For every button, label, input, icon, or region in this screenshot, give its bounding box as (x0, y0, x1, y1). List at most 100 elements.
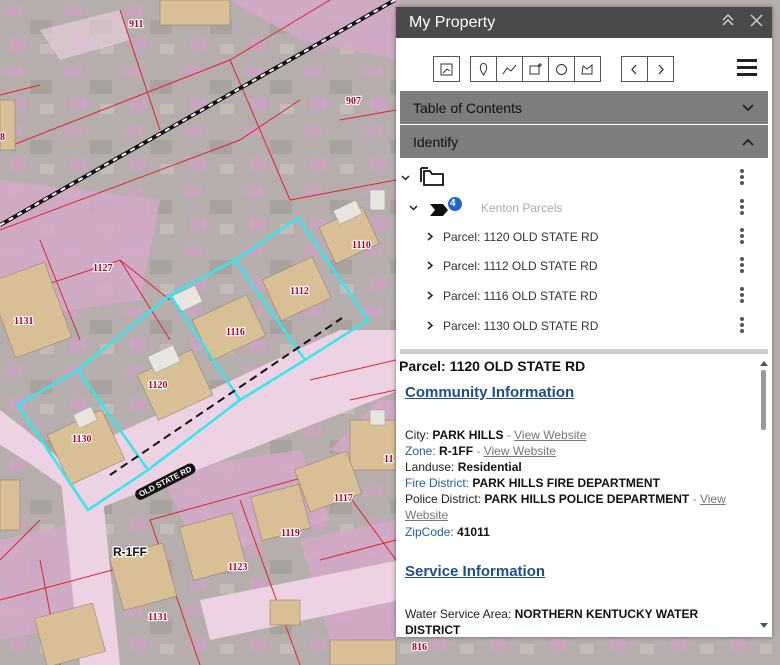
rectangle-icon[interactable] (522, 56, 549, 82)
parcel-label: 1116 (226, 327, 245, 338)
parcel-details: Parcel: 1120 OLD STATE RD Community Info… (396, 354, 772, 637)
zone-attribute: Zone: R-1FF - View Website (405, 444, 556, 458)
prev-icon[interactable] (621, 56, 648, 82)
layer-name: Kenton Parcels (481, 201, 563, 215)
parcel-label: 1117 (334, 493, 353, 504)
parcel-label: 8 (0, 132, 5, 143)
more-options-icon[interactable] (740, 228, 744, 246)
polygon-icon[interactable] (574, 56, 601, 82)
zipcode-attribute: ZipCode: 41011 (405, 524, 745, 540)
chevron-right-icon[interactable] (426, 289, 434, 303)
chevron-right-icon[interactable] (426, 259, 434, 273)
extent-icon[interactable] (433, 56, 460, 82)
community-information-title[interactable]: Community Information (405, 384, 574, 401)
table-of-contents-label: Table of Contents (413, 99, 522, 116)
police-district-label: Police District: (405, 492, 482, 506)
city-website-link[interactable]: View Website (514, 428, 586, 442)
my-property-panel: My Property Table of Contents Identify 4… (396, 7, 772, 637)
details-header: Parcel: 1120 OLD STATE RD (399, 358, 586, 374)
nav-group (621, 56, 674, 82)
police-district-attribute: Police District: PARK HILLS POLICE DEPAR… (405, 492, 726, 522)
landuse-value: Residential (457, 460, 522, 474)
layer-count-badge: 4 (450, 198, 456, 209)
parcel-label: 11 (384, 454, 393, 465)
landuse-label: Landuse: (405, 460, 455, 474)
more-options-icon[interactable] (740, 257, 744, 275)
layer-icon (429, 197, 465, 224)
zone-website-link[interactable]: View Website (484, 444, 556, 458)
parcel-label: 911 (129, 19, 143, 30)
more-options-icon[interactable] (740, 199, 744, 217)
service-information-title[interactable]: Service Information (405, 563, 545, 580)
identify-label: Identify (413, 133, 459, 150)
details-scrollbar[interactable] (758, 354, 772, 637)
collapse-icon[interactable] (720, 13, 736, 32)
close-icon[interactable] (748, 13, 764, 32)
polyline-icon[interactable] (496, 56, 523, 82)
scroll-up-icon[interactable] (760, 360, 768, 366)
more-options-icon[interactable] (740, 317, 744, 335)
circle-icon[interactable] (548, 56, 575, 82)
chevron-down-icon (742, 103, 754, 111)
parcel-row[interactable]: Parcel: 1120 OLD STATE RD (396, 222, 772, 252)
draw-tools-group (470, 56, 601, 82)
chevron-right-icon[interactable] (426, 230, 434, 244)
parcel-row[interactable]: Parcel: 1130 OLD STATE RD (396, 311, 772, 341)
parcel-label: 1123 (228, 562, 247, 573)
identify-accordion[interactable]: Identify (400, 125, 768, 158)
scroll-down-icon[interactable] (760, 623, 768, 629)
water-service-value: NORTHERN KENTUCKY WATER (514, 607, 699, 621)
fire-district-attribute: Fire District: PARK HILLS FIRE DEPARTMEN… (405, 475, 745, 491)
zone-value: R-1FF (439, 444, 474, 458)
scrollbar-thumb[interactable] (761, 370, 766, 430)
parcel-label: 1131 (148, 612, 167, 623)
parcel-row[interactable]: Parcel: 1112 OLD STATE RD (396, 251, 772, 281)
folder-icon (420, 166, 446, 193)
parcel-label: 1112 (290, 286, 309, 297)
panel-title: My Property (409, 13, 496, 31)
zone-label: R-1FF (113, 545, 147, 559)
chevron-right-icon[interactable] (426, 319, 434, 333)
more-options-icon[interactable] (740, 287, 744, 305)
water-service-attribute: Water Service Area: NORTHERN KENTUCKY WA… (405, 606, 745, 637)
parcel-label: 1110 (352, 240, 371, 251)
panel-titlebar: My Property (396, 7, 772, 38)
layer-row[interactable]: 4 Kenton Parcels (396, 193, 772, 223)
police-website-link[interactable]: View (700, 492, 726, 506)
police-district-value: PARK HILLS POLICE DEPARTMENT (484, 492, 690, 506)
parcel-item-label[interactable]: Parcel: 1120 OLD STATE RD (443, 230, 598, 244)
chevron-up-icon (742, 138, 754, 146)
landuse-attribute: Landuse: Residential (405, 459, 745, 475)
point-icon[interactable] (470, 56, 497, 82)
parcel-item-label[interactable]: Parcel: 1112 OLD STATE RD (443, 259, 598, 273)
fire-district-label: Fire District: (405, 476, 469, 490)
table-of-contents-accordion[interactable]: Table of Contents (400, 91, 768, 124)
results-root-row[interactable] (396, 163, 772, 193)
chevron-down-icon[interactable] (401, 171, 410, 185)
identify-toolbar (396, 38, 772, 91)
more-options-icon[interactable] (740, 169, 744, 187)
parcel-item-label[interactable]: Parcel: 1116 OLD STATE RD (443, 289, 598, 303)
zipcode-value: 41011 (457, 525, 490, 539)
parcel-row[interactable]: Parcel: 1116 OLD STATE RD (396, 281, 772, 311)
city-label: City: (405, 428, 429, 442)
water-service-value: DISTRICT (405, 623, 461, 637)
parcel-label: 1127 (93, 263, 112, 274)
parcel-label: 1120 (148, 380, 167, 391)
extent-group (433, 56, 460, 82)
city-attribute: City: PARK HILLS - View Website (405, 428, 587, 442)
parcel-item-label[interactable]: Parcel: 1130 OLD STATE RD (443, 319, 598, 333)
city-value: PARK HILLS (432, 428, 504, 442)
parcel-label: 1130 (72, 434, 91, 445)
menu-icon[interactable] (737, 59, 757, 80)
parcel-label: 1131 (14, 316, 33, 327)
zipcode-label: ZipCode: (405, 525, 454, 539)
parcel-label: 816 (412, 642, 427, 653)
parcel-label: 1119 (281, 528, 300, 539)
zone-label: Zone: (405, 444, 436, 458)
chevron-down-icon[interactable] (409, 201, 418, 215)
next-icon[interactable] (647, 56, 674, 82)
water-service-label: Water Service Area: (405, 607, 512, 621)
identify-results: 4 Kenton Parcels Parcel: 1120 OLD STATE … (396, 159, 772, 352)
police-website-link[interactable]: Website (405, 508, 448, 522)
